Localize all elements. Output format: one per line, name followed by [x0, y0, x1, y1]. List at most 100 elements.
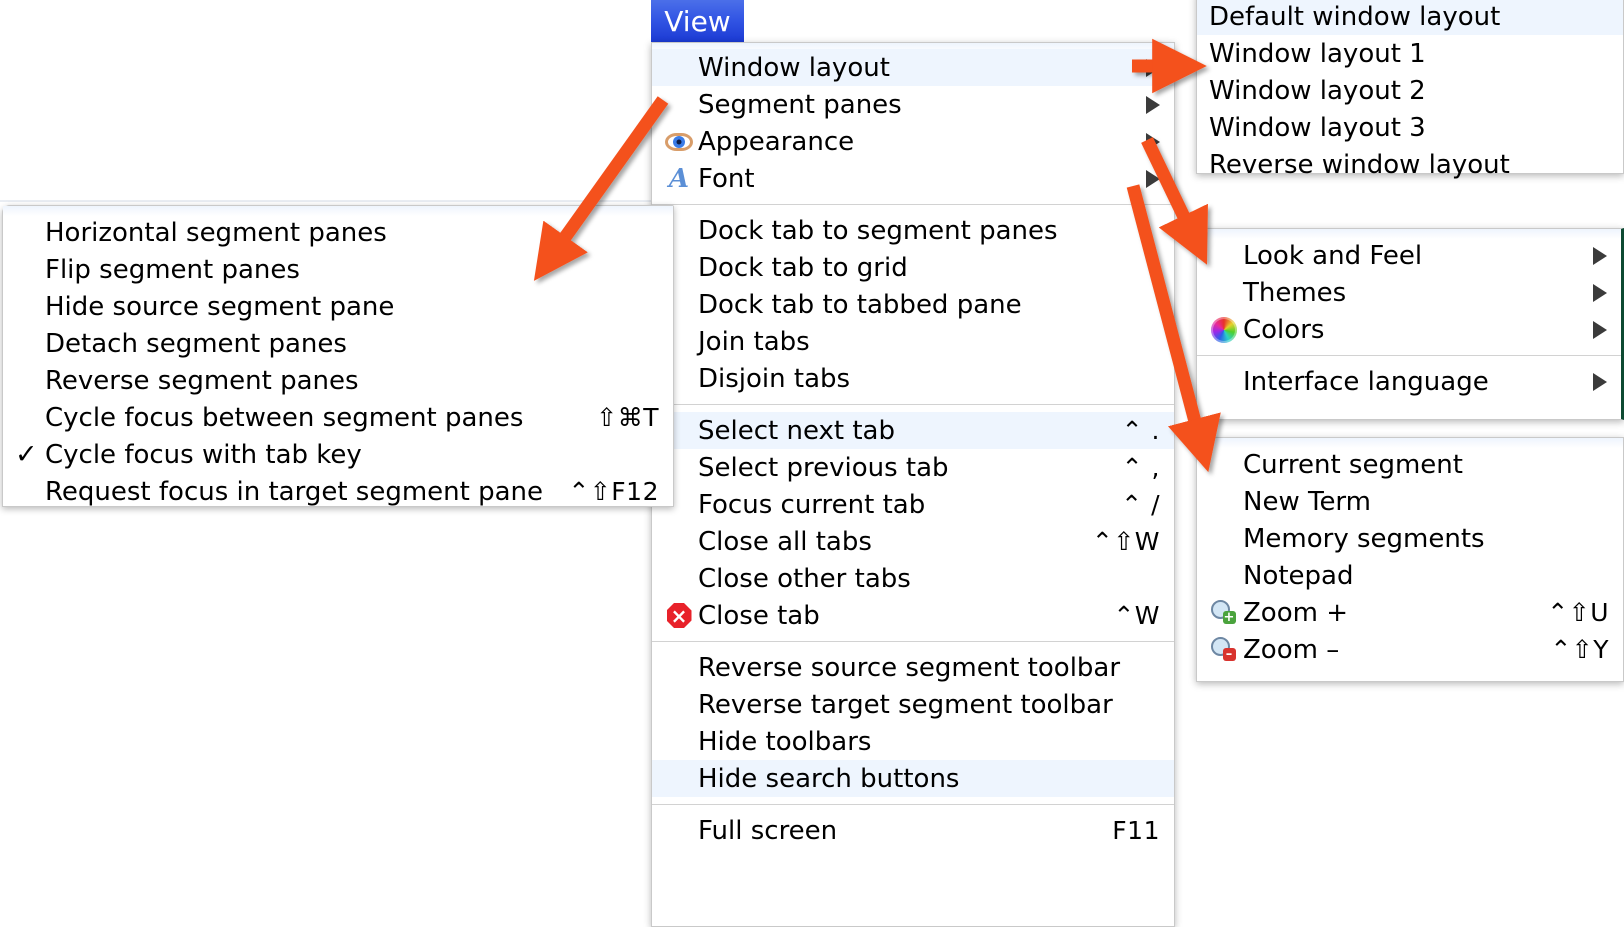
menu-item-label: Window layout — [698, 53, 890, 83]
menu-item-select-previous-tab[interactable]: Select previous tab ⌃ , — [652, 449, 1174, 486]
segment-panes-submenu-panel: Horizontal segment panes Flip segment pan… — [2, 205, 674, 507]
menu-item-label: Zoom – — [1243, 635, 1339, 665]
menu-item-select-next-tab[interactable]: Select next tab⌃ . — [652, 412, 1174, 449]
menu-item-shortcut: ⌃⇧W — [1092, 527, 1160, 556]
submenu-chevron-right-icon — [1593, 373, 1607, 391]
menu-item-shortcut: ⌃ , — [1122, 453, 1160, 482]
icon-slot — [664, 54, 694, 82]
font-submenu-panel: Current segment New TermMemory segments No… — [1196, 437, 1624, 682]
submenu-chevron-right-icon — [1593, 284, 1607, 302]
menu-item-dock-tab-to-grid[interactable]: Dock tab to grid — [652, 249, 1174, 286]
menu-item-label: Reverse source segment toolbar — [698, 653, 1120, 683]
menu-item-label: Font — [698, 164, 755, 194]
menu-item-horizontal-segment-panes[interactable]: Horizontal segment panes — [3, 214, 673, 251]
icon-slot — [1209, 242, 1239, 270]
menu-item-label: Horizontal segment panes — [45, 218, 387, 248]
menu-item-label: Cycle focus between segment panes — [45, 403, 523, 433]
zoom-in-icon: + — [1209, 599, 1239, 627]
menu-item-label: Reverse segment panes — [45, 366, 359, 396]
menu-item-zoom[interactable]: +Zoom + ⌃⇧U — [1197, 594, 1623, 631]
menu-item-shortcut: F11 — [1112, 816, 1160, 845]
menu-item-label: Window layout 2 — [1209, 76, 1426, 106]
icon-slot — [1209, 525, 1239, 553]
menu-item-label: Flip segment panes — [45, 255, 300, 285]
menu-item-window-layout[interactable]: Window layout — [652, 49, 1174, 86]
menubar-item-view[interactable]: View — [651, 0, 744, 42]
menu-item-join-tabs[interactable]: Join tabs — [652, 323, 1174, 360]
menu-item-current-segment[interactable]: Current segment — [1197, 446, 1623, 483]
menu-item-label: Select previous tab — [698, 453, 949, 483]
icon-slot — [664, 91, 694, 119]
menu-item-shortcut: ⌃⇧U — [1547, 598, 1609, 627]
menu-item-reverse-segment-panes[interactable]: Reverse segment panes — [3, 362, 673, 399]
icon-slot — [664, 817, 694, 845]
menu-item-appearance[interactable]: Appearance — [652, 123, 1174, 160]
menu-item-label: Detach segment panes — [45, 329, 347, 359]
menu-item-window-layout-2[interactable]: Window layout 2 — [1197, 72, 1623, 109]
submenu-chevron-right-icon — [1593, 247, 1607, 265]
menu-item-label: Hide search buttons — [698, 764, 959, 794]
menu-item-disjoin-tabs[interactable]: Disjoin tabs — [652, 360, 1174, 397]
menu-item-hide-source-segment-pane[interactable]: Hide source segment pane — [3, 288, 673, 325]
menu-item-window-layout-1[interactable]: Window layout 1 — [1197, 35, 1623, 72]
menu-item-colors[interactable]: Colors — [1197, 311, 1621, 348]
icon-slot — [1209, 279, 1239, 307]
menu-separator — [1197, 355, 1621, 356]
icon-slot — [664, 765, 694, 793]
menu-item-label: Current segment — [1243, 450, 1463, 480]
menu-item-reverse-source-segment-toolbar[interactable]: Reverse source segment toolbar — [652, 649, 1174, 686]
menu-item-label: Full screen — [698, 816, 837, 846]
menu-item-full-screen[interactable]: Full screen F11 — [652, 812, 1174, 849]
menu-item-shortcut: ⇧⌘T — [596, 403, 659, 432]
menu-item-shortcut: ⌃W — [1113, 601, 1160, 630]
menu-item-themes[interactable]: Themes — [1197, 274, 1621, 311]
menu-item-memory-segments[interactable]: Memory segments — [1197, 520, 1623, 557]
menu-item-label: Themes — [1243, 278, 1346, 308]
menu-item-close-all-tabs[interactable]: Close all tabs ⌃⇧W — [652, 523, 1174, 560]
menu-item-reverse-window-layout[interactable]: Reverse window layout — [1197, 146, 1623, 183]
menu-item-notepad[interactable]: Notepad — [1197, 557, 1623, 594]
menu-item-label: Hide toolbars — [698, 727, 871, 757]
menu-item-label: Close all tabs — [698, 527, 872, 557]
menu-item-request-focus-in-target-segment-pane[interactable]: Request focus in target segment pane⌃⇧F1… — [3, 473, 673, 510]
submenu-chevron-right-icon — [1593, 321, 1607, 339]
menu-item-label: Reverse target segment toolbar — [698, 690, 1113, 720]
menu-item-font[interactable]: AFont — [652, 160, 1174, 197]
menu-item-close-tab[interactable]: Close tab⌃W — [652, 597, 1174, 634]
icon-slot — [664, 654, 694, 682]
menu-item-focus-current-tab[interactable]: Focus current tab⌃ / — [652, 486, 1174, 523]
menu-item-close-other-tabs[interactable]: Close other tabs — [652, 560, 1174, 597]
menu-item-label: Dock tab to segment panes — [698, 216, 1058, 246]
icon-slot — [1209, 488, 1239, 516]
menu-item-zoom[interactable]: –Zoom –⌃⇧Y — [1197, 631, 1623, 668]
menu-item-label: Notepad — [1243, 561, 1354, 591]
menu-item-label: Join tabs — [698, 327, 810, 357]
menu-item-label: Dock tab to tabbed pane — [698, 290, 1022, 320]
menu-item-shortcut: ⌃⇧F12 — [568, 477, 659, 506]
menu-item-look-and-feel[interactable]: Look and Feel — [1197, 237, 1621, 274]
menu-item-cycle-focus-with-tab-key[interactable]: ✓Cycle focus with tab key — [3, 436, 673, 473]
menu-item-hide-search-buttons[interactable]: Hide search buttons — [652, 760, 1174, 797]
close-icon — [664, 602, 694, 630]
menu-item-label: Cycle focus with tab key — [45, 440, 362, 470]
menu-separator — [652, 804, 1174, 805]
menu-item-default-window-layout[interactable]: Default window layout — [1197, 0, 1623, 35]
icon-slot — [1209, 562, 1239, 590]
menu-item-dock-tab-to-tabbed-pane[interactable]: Dock tab to tabbed pane — [652, 286, 1174, 323]
appearance-submenu-panel: Look and Feel ThemesColors Interface langu… — [1196, 228, 1624, 420]
menu-item-label: Disjoin tabs — [698, 364, 850, 394]
menu-item-cycle-focus-between-segment-panes[interactable]: Cycle focus between segment panes ⇧⌘T — [3, 399, 673, 436]
menu-item-label: Zoom + — [1243, 598, 1348, 628]
menu-item-new-term[interactable]: New Term — [1197, 483, 1623, 520]
menu-item-label: New Term — [1243, 487, 1371, 517]
zoom-out-icon: – — [1209, 636, 1239, 664]
menu-item-detach-segment-panes[interactable]: Detach segment panes — [3, 325, 673, 362]
menu-item-label: Interface language — [1243, 367, 1489, 397]
menu-item-segment-panes[interactable]: Segment panes — [652, 86, 1174, 123]
menu-item-window-layout-3[interactable]: Window layout 3 — [1197, 109, 1623, 146]
menu-item-dock-tab-to-segment-panes[interactable]: Dock tab to segment panes — [652, 212, 1174, 249]
menu-item-flip-segment-panes[interactable]: Flip segment panes — [3, 251, 673, 288]
menu-item-interface-language[interactable]: Interface language — [1197, 363, 1621, 400]
menu-item-reverse-target-segment-toolbar[interactable]: Reverse target segment toolbar — [652, 686, 1174, 723]
menu-item-hide-toolbars[interactable]: Hide toolbars — [652, 723, 1174, 760]
